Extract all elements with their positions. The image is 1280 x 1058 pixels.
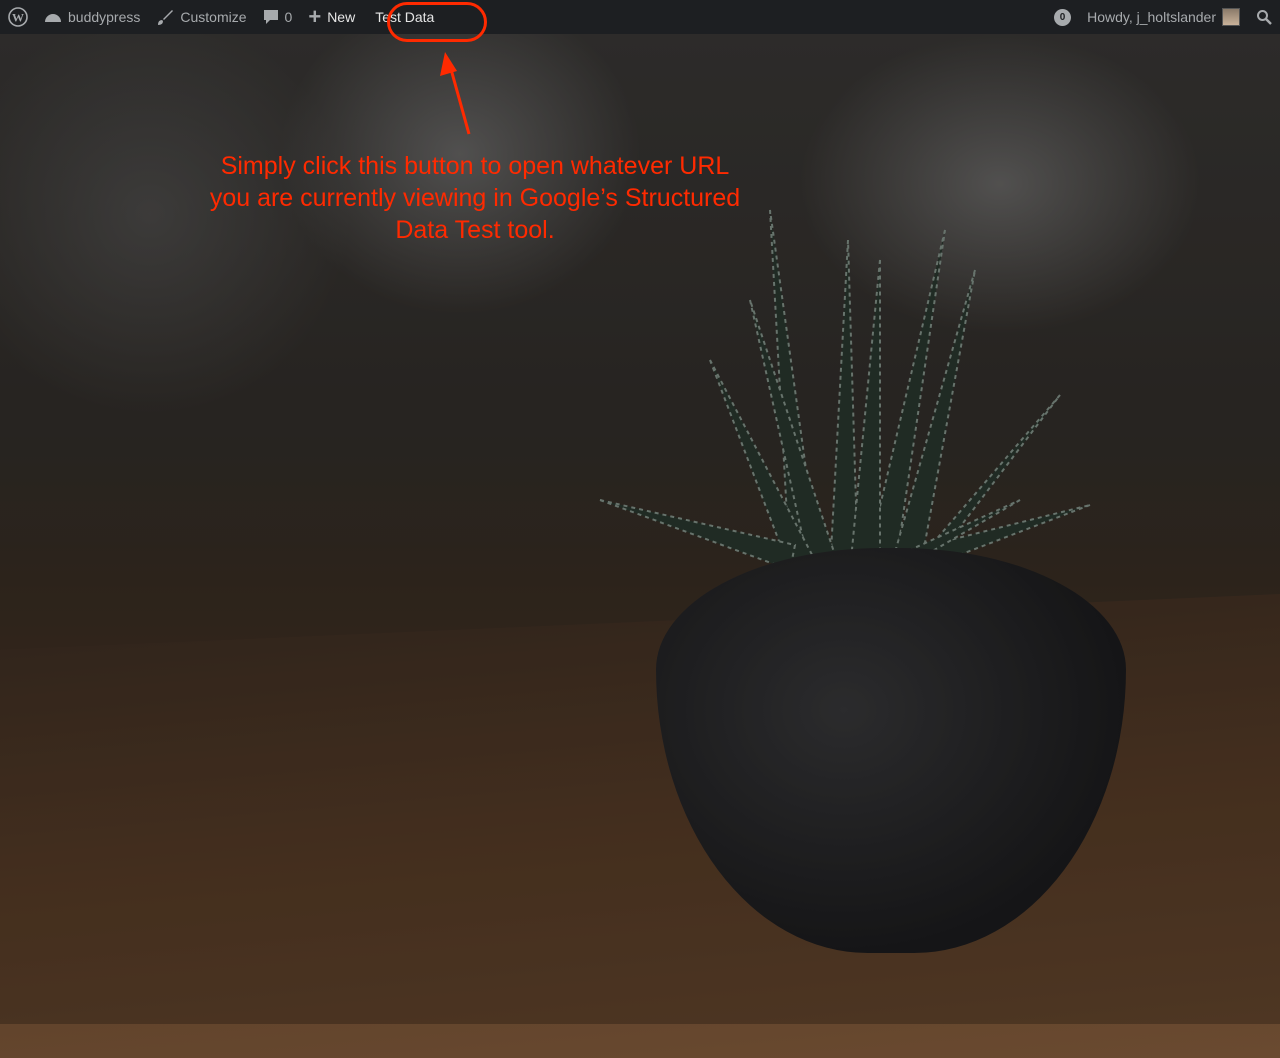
comments-count: 0 [284, 9, 293, 25]
wordpress-icon: W [8, 7, 28, 27]
new-content-button[interactable]: + New [300, 0, 363, 34]
admin-bar: W buddypress Customize 0 + New Test Data… [0, 0, 1280, 34]
comment-icon [263, 10, 278, 24]
annotation-highlight-circle [387, 2, 487, 42]
annotation-text: Simply click this button to open whateve… [209, 152, 741, 244]
site-name-menu[interactable]: buddypress [36, 0, 148, 34]
site-name: buddypress [68, 9, 141, 25]
annotation-arrow-icon [440, 52, 471, 135]
avatar [1222, 8, 1240, 26]
customize-button[interactable]: Customize [148, 0, 254, 34]
my-account-menu[interactable]: Howdy, j_holtslander [1079, 0, 1248, 34]
paintbrush-icon [158, 10, 174, 25]
new-label: New [327, 9, 356, 25]
svg-text:W: W [12, 11, 24, 25]
comments-button[interactable]: 0 [255, 0, 301, 34]
customize-label: Customize [180, 9, 247, 25]
search-icon [1257, 10, 1272, 25]
dashboard-icon [45, 14, 61, 22]
plus-icon: + [308, 4, 322, 29]
wordpress-logo-menu[interactable]: W [0, 0, 36, 34]
notifications-button[interactable]: 0 [1046, 0, 1079, 34]
notifications-count: 0 [1054, 8, 1072, 26]
howdy-label: Howdy, j_holtslander [1087, 9, 1216, 25]
search-button[interactable] [1248, 0, 1280, 34]
